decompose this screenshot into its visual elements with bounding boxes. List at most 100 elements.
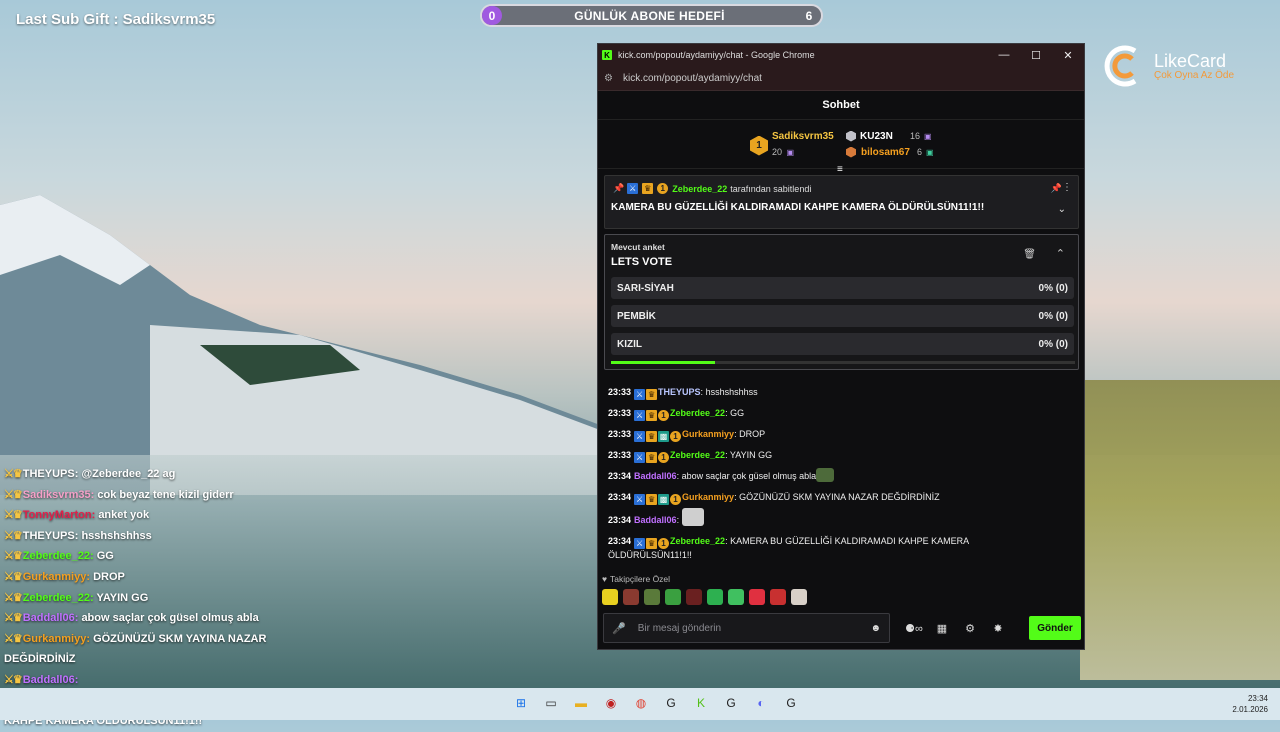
emote[interactable] <box>686 589 702 605</box>
more-options-icon[interactable]: ⋮ <box>1062 182 1072 193</box>
overlay-chat-user: THEYUPS <box>22 529 75 542</box>
settings-icon[interactable]: ⚙ <box>958 622 982 635</box>
crown-badge-icon: ♛ <box>646 389 658 400</box>
file-explorer-icon[interactable]: ▬ <box>570 692 592 714</box>
delete-poll-icon[interactable]: 🗑 <box>1023 249 1036 260</box>
moderator-badge-icon: ⚔ <box>627 183 639 194</box>
maximize-icon[interactable]: ☐ <box>1020 49 1052 62</box>
emote[interactable] <box>707 589 723 605</box>
emote[interactable] <box>665 589 681 605</box>
message-text: GG <box>730 408 745 418</box>
chat-message[interactable]: 23:34 ⚔ ♛ 1 Zeberdee_22: KAMERA BU GÜZELLİĞİ… <box>598 531 988 565</box>
emote[interactable] <box>791 589 807 605</box>
chat-input-placeholder: Bir mesaj gönderin <box>637 622 722 634</box>
message-user[interactable]: Gurkanmiyy <box>682 492 734 502</box>
kick-app-icon[interactable]: K <box>690 692 712 714</box>
overlay-chat-text: hsshshshhss <box>81 529 152 542</box>
silver-badge-icon <box>846 130 856 142</box>
message-user[interactable]: Zeberdee_22 <box>670 536 725 546</box>
windows-start-icon[interactable]: ⊞ <box>510 692 532 714</box>
message-text: DROP <box>739 429 766 439</box>
message-user[interactable]: Zeberdee_22 <box>670 450 725 460</box>
overlay-chat-line: ⚔♛TonnyMarton: anket yok <box>4 505 324 526</box>
kicks-icon[interactable]: ⚈∞ <box>902 622 926 635</box>
badge-icons: ⚔♛ <box>4 673 23 686</box>
overlay-chat-user: Gurkanmiyy <box>22 632 87 645</box>
emote[interactable] <box>770 589 786 605</box>
badge-icons: ⚔♛ <box>4 509 23 522</box>
chrome-icon[interactable]: ◍ <box>630 692 652 714</box>
emote-bar: ♥ Takipçilere Özel <box>602 574 1082 605</box>
poll-option[interactable]: KIZIL 0% (0) <box>611 333 1074 355</box>
goal-start: 0 <box>482 6 502 25</box>
obs-icon[interactable]: ◉ <box>600 692 622 714</box>
emote[interactable] <box>602 589 618 605</box>
emote[interactable] <box>749 589 765 605</box>
store-icon[interactable]: ▦ <box>930 622 954 635</box>
poll-option[interactable]: SARI-SİYAH 0% (0) <box>611 277 1074 299</box>
emote[interactable] <box>644 589 660 605</box>
pinned-message[interactable]: 📌 ⚔ ♛ 1 Zeberdee_22 tarafından sabitlend… <box>604 175 1079 229</box>
brand-tagline: Çok Oyna Az Öde <box>1154 70 1235 81</box>
message-text: GÖZÜNÜZÜ SKM YAYINA NAZAR DEĞDİRDİNİZ <box>739 492 940 502</box>
collapse-handle-icon[interactable]: ≡ <box>837 164 843 175</box>
system-clock[interactable]: 23:34 2.01.2026 <box>1232 693 1268 715</box>
emote[interactable] <box>728 589 744 605</box>
leader-count: 16 <box>910 131 921 141</box>
emoji-icon[interactable]: ☻ <box>870 623 881 634</box>
chevron-down-icon[interactable]: ⌄ <box>1058 204 1066 215</box>
taskbar-icons: ⊞ ▭ ▬ ◉ ◍ G K G ◐ G <box>510 692 802 714</box>
leader-name: Sadiksvrm35 <box>772 131 834 142</box>
discord-icon[interactable]: ◐ <box>750 692 772 714</box>
emote[interactable] <box>623 589 639 605</box>
task-view-icon[interactable]: ▭ <box>540 692 562 714</box>
message-time: 23:33 <box>608 450 632 460</box>
overlay-chat-text: GG <box>96 550 114 563</box>
chat-message[interactable]: 23:33 ⚔ ♛ ▩ 1 Gurkanmiyy: DROP <box>598 424 1084 445</box>
badge-icons: ⚔♛ <box>4 488 23 501</box>
poll-option-label: PEMBİK <box>617 310 656 322</box>
followers-only-label: ♥ Takipçilere Özel <box>602 574 1082 584</box>
unpin-icon[interactable]: 📌 <box>1051 183 1062 194</box>
message-user[interactable]: Baddall06 <box>634 471 677 481</box>
chat-message[interactable]: 23:33 ⚔ ♛ 1 Zeberdee_22: YAYIN GG <box>598 445 1084 466</box>
leader-second[interactable]: KU23N 16 ▣ <box>846 128 934 144</box>
app-g2-icon[interactable]: G <box>720 692 742 714</box>
chat-message[interactable]: 23:34 Baddall06: abow saçlar çok güsel ol… <box>598 466 1084 487</box>
overlay-chat-line: ⚔♛Gurkanmiyy: GÖZÜNÜZÜ SKM YAYINA NAZAR <box>4 629 324 650</box>
last-sub-gift: Last Sub Gift : Sadiksvrm35 <box>16 11 216 28</box>
chevron-up-icon[interactable]: ⌃ <box>1056 247 1065 260</box>
site-settings-icon[interactable]: ⚙ <box>604 73 613 84</box>
poll-option[interactable]: PEMBİK 0% (0) <box>611 305 1074 327</box>
badge-icons: ⚔♛ <box>4 570 23 583</box>
chat-input[interactable]: 🎤 Bir mesaj gönderin ☻ <box>603 613 890 643</box>
message-user[interactable]: Gurkanmiyy <box>682 429 734 439</box>
poll-option-label: SARI-SİYAH <box>617 282 674 294</box>
send-button[interactable]: Gönder <box>1029 616 1081 640</box>
close-icon[interactable]: ✕ <box>1052 49 1084 62</box>
minimize-icon[interactable]: — <box>988 49 1020 61</box>
address-bar[interactable]: ⚙ kick.com/popout/aydamiyy/chat <box>598 66 1084 91</box>
message-time: 23:33 <box>608 429 632 439</box>
chat-message[interactable]: 23:34 ⚔ ♛ ▩ 1 Gurkanmiyy: GÖZÜNÜZÜ SKM YAYINA… <box>598 487 1084 508</box>
overlay-chat-user: Baddall06 <box>22 673 75 686</box>
overlay-chat-user: THEYUPS <box>22 468 75 480</box>
rewards-icon[interactable]: ✸ <box>986 622 1010 635</box>
app-g-icon[interactable]: G <box>660 692 682 714</box>
pinned-by: 📌 ⚔ ♛ 1 Zeberdee_22 tarafından sabitlend… <box>613 183 811 194</box>
app-g3-icon[interactable]: G <box>780 692 802 714</box>
overlay-chat-line: ⚔♛Zeberdee_22: YAYIN GG <box>4 588 324 609</box>
sub-goal-bar: 0 GÜNLÜK ABONE HEDEFİ 6 <box>480 4 823 27</box>
leader-first[interactable]: 1 Sadiksvrm35 20 ▣ <box>750 131 834 160</box>
chat-message[interactable]: 23:34 Baddall06: <box>598 508 1084 531</box>
goal-end: 6 <box>805 8 813 23</box>
message-user[interactable]: Baddall06 <box>634 515 677 525</box>
leader-name: KU23N <box>860 130 893 142</box>
microphone-icon[interactable]: 🎤 <box>612 622 626 635</box>
leader-third[interactable]: bilosam67 6 ▣ <box>846 144 934 160</box>
overlay-chat-line: ⚔♛Gurkanmiyy: DROP <box>4 567 324 588</box>
chat-message[interactable]: 23:33 ⚔ ♛ 1 Zeberdee_22: GG <box>598 403 1084 424</box>
message-user[interactable]: THEYUPS <box>658 387 701 397</box>
chat-message[interactable]: 23:33 ⚔ ♛ THEYUPS: hsshshshhss <box>598 382 1084 403</box>
message-user[interactable]: Zeberdee_22 <box>670 408 725 418</box>
